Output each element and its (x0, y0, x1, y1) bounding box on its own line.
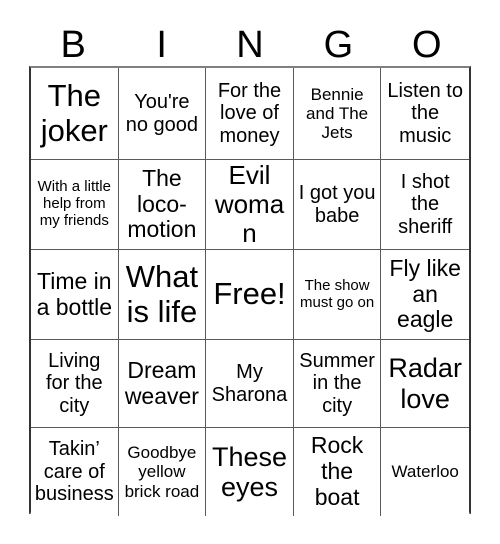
bingo-cell[interactable]: What is life (118, 250, 207, 340)
bingo-cell[interactable]: Living for the city (31, 340, 119, 428)
bingo-cell[interactable]: My Sharona (206, 340, 294, 428)
header-letter-o: O (412, 24, 442, 66)
bingo-cell-label: Listen to the music (387, 79, 463, 147)
bingo-cell-label: The joker (40, 77, 108, 148)
header-letter-n: N (236, 24, 264, 66)
bingo-card: B I N G O The joker You're no good For the… (0, 0, 500, 544)
bingo-cell[interactable]: Radar love (381, 340, 469, 428)
bingo-cell-label: Living for the city (45, 349, 103, 417)
header-letter-b: B (60, 24, 86, 66)
bingo-cell-label: Waterloo (391, 462, 459, 482)
bingo-cell-label: I got you babe (298, 182, 376, 227)
bingo-cell[interactable]: Takin’ care of business (31, 428, 119, 516)
bingo-cell[interactable]: These eyes (206, 428, 294, 516)
bingo-cell[interactable]: I shot the sheriff (381, 160, 469, 250)
bingo-cell[interactable]: Evil woman (206, 160, 294, 250)
header-letter-g: G (323, 24, 354, 66)
bingo-cell[interactable]: The show must go on (293, 250, 382, 340)
bingo-cell-label: For the love of money (217, 79, 282, 147)
bingo-cell[interactable]: Fly like an eagle (381, 250, 469, 340)
bingo-cell-label: These eyes (211, 441, 288, 502)
bingo-cell[interactable]: Bennie and The Jets (293, 68, 382, 160)
bingo-cell[interactable]: The loco- motion (118, 160, 207, 250)
bingo-cell[interactable]: Free! (206, 250, 294, 340)
bingo-cell-label: You're no good (125, 91, 199, 136)
bingo-cell[interactable]: For the love of money (206, 68, 294, 160)
bingo-cell-label: The show must go on (299, 276, 375, 311)
bingo-cell-label: Summer in the city (299, 349, 375, 417)
bingo-cell[interactable]: You're no good (118, 68, 207, 160)
bingo-cell[interactable]: With a little help from my friends (31, 160, 119, 250)
bingo-cell-label: Radar love (388, 353, 462, 414)
bingo-header: B I N G O (29, 24, 471, 66)
bingo-cell-label: The loco- motion (127, 164, 197, 243)
bingo-cell-label: Rock the boat (310, 432, 364, 510)
bingo-cell-label: With a little help from my friends (37, 178, 111, 229)
bingo-cell[interactable]: Dream weaver (118, 340, 207, 428)
bingo-cell[interactable]: Waterloo (381, 428, 469, 516)
bingo-cell-label: Time in a bottle (36, 267, 113, 320)
bingo-cell[interactable]: I got you babe (293, 160, 382, 250)
bingo-cell-label: Goodbye yellow brick road (124, 443, 200, 501)
bingo-cell-label: Dream weaver (124, 356, 199, 409)
bingo-cell[interactable]: Goodbye yellow brick road (118, 428, 207, 516)
bingo-cell-label: What is life (125, 258, 199, 329)
bingo-cell[interactable]: Rock the boat (293, 428, 382, 516)
bingo-cell-label: Evil woman (214, 160, 285, 249)
header-letter-i: I (156, 24, 167, 66)
bingo-cell[interactable]: Summer in the city (293, 340, 382, 428)
bingo-cell-label: I shot the sheriff (398, 170, 453, 238)
bingo-cell-label: My Sharona (211, 361, 288, 406)
bingo-cell-label: Takin’ care of business (34, 438, 114, 506)
bingo-cell[interactable]: Time in a bottle (31, 250, 119, 340)
bingo-cell[interactable]: The joker (31, 68, 119, 160)
bingo-cell[interactable]: Listen to the music (381, 68, 469, 160)
bingo-cell-label: Bennie and The Jets (306, 84, 369, 143)
bingo-cell-label: Fly like an eagle (389, 254, 461, 333)
bingo-cell-label: Free! (213, 276, 286, 312)
bingo-grid: The joker You're no good For the love of m… (29, 66, 471, 516)
